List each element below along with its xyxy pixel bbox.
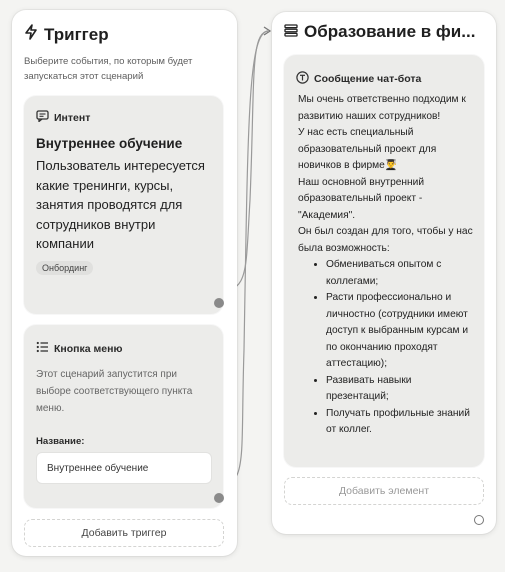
- message-paragraph: У нас есть специальный образовательный п…: [298, 127, 437, 171]
- message-bullet-list: Обмениваться опытом с коллегами; Расти п…: [298, 257, 476, 439]
- scenario-output-port[interactable]: [474, 515, 484, 525]
- menu-card-label: Кнопка меню: [54, 342, 123, 355]
- add-element-button[interactable]: Добавить элемент: [284, 477, 484, 505]
- add-trigger-button[interactable]: Добавить триггер: [24, 519, 224, 547]
- menu-list-icon: [36, 341, 49, 356]
- menu-card-header: Кнопка меню: [36, 341, 122, 356]
- message-bullet: Обмениваться опытом с коллегами;: [326, 257, 476, 290]
- intent-output-port[interactable]: [214, 298, 224, 308]
- lightning-icon: [24, 24, 38, 45]
- message-paragraph: Он был создан для того, чтобы у нас была…: [298, 226, 473, 254]
- scenario-panel-title[interactable]: Образование в фи...: [304, 22, 475, 42]
- intent-description: Пользователь интересуется какие тренинги…: [36, 158, 205, 251]
- message-bullet: Развивать навыки презентаций;: [326, 373, 476, 406]
- message-card-label: Сообщение чат-бота: [314, 73, 422, 85]
- menu-button-card[interactable]: Кнопка меню Этот сценарий запустится при…: [24, 325, 224, 508]
- menu-name-label: Название:: [36, 436, 85, 447]
- menu-name-field[interactable]: Внутреннее обучение: [36, 452, 212, 484]
- list-icon: [284, 22, 298, 42]
- intent-card-label: Интент: [54, 111, 91, 124]
- trigger-description: Выберите события, по которым будет запус…: [24, 56, 193, 82]
- intent-title: Внутреннее обучение: [36, 136, 183, 151]
- intent-card[interactable]: Интент Внутреннее обучение Пользователь …: [24, 96, 224, 314]
- message-card-header: Сообщение чат-бота: [296, 71, 421, 87]
- connector-arrow-icon: [263, 26, 272, 36]
- message-bullet: Получать профильные знаний от коллег.: [326, 406, 476, 439]
- message-bullet: Расти профессионально и личностно (сотру…: [326, 290, 476, 373]
- intent-card-header: Интент: [36, 110, 90, 125]
- scenario-panel: Образование в фи... Сообщение чат-бота М…: [272, 12, 496, 534]
- trigger-panel: Триггер Выберите события, по которым буд…: [12, 10, 237, 556]
- chat-bubble-icon: [36, 110, 49, 125]
- message-text: Мы очень ответственно подходим к развити…: [298, 92, 476, 439]
- message-paragraph: Мы очень ответственно подходим к развити…: [298, 94, 466, 122]
- message-paragraph: Наш основной внутренний образовательный …: [298, 176, 425, 221]
- trigger-panel-header: Триггер: [24, 24, 227, 45]
- text-t-icon: [296, 71, 309, 87]
- menu-output-port[interactable]: [214, 493, 224, 503]
- menu-card-description: Этот сценарий запустится при выборе соот…: [36, 369, 193, 414]
- scenario-panel-header: Образование в фи...: [284, 22, 486, 42]
- trigger-panel-title: Триггер: [44, 24, 109, 44]
- intent-tag[interactable]: Онбординг: [36, 261, 94, 275]
- bot-message-card[interactable]: Сообщение чат-бота Мы очень ответственно…: [284, 55, 484, 467]
